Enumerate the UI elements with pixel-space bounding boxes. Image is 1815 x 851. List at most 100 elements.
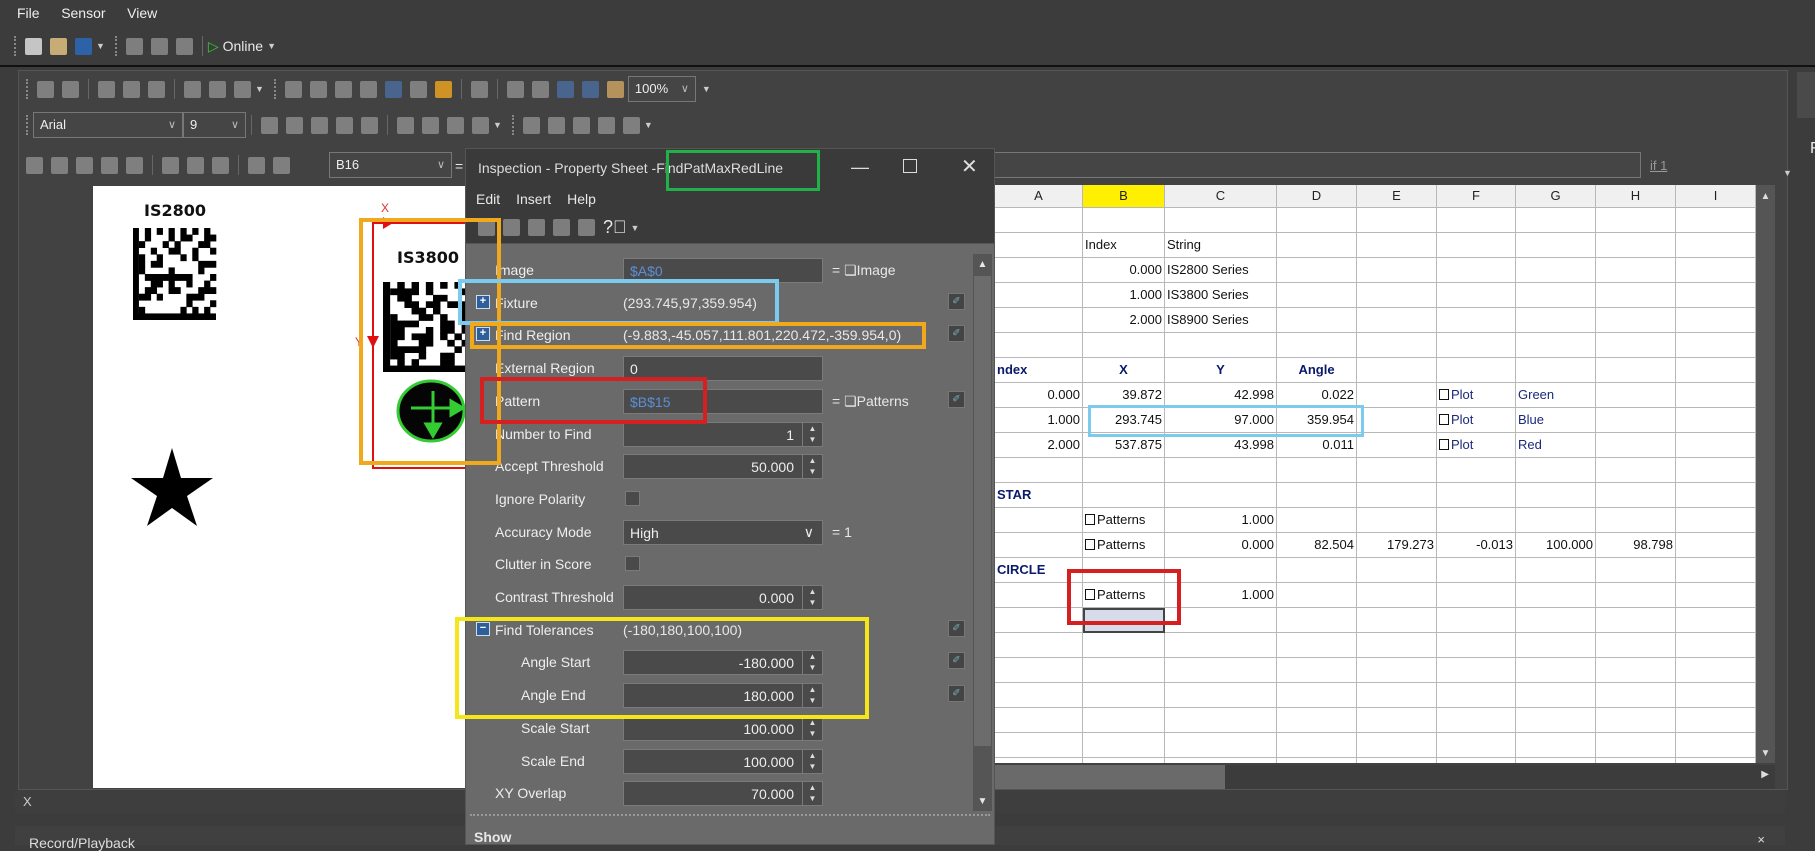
column-header-a[interactable]: A (995, 185, 1083, 208)
cell-b21[interactable] (1083, 708, 1165, 733)
align-center-icon[interactable] (336, 116, 353, 134)
cell-h13[interactable] (1596, 508, 1676, 533)
align-left-icon[interactable] (311, 116, 328, 134)
edit-cell-icon[interactable] (162, 156, 179, 174)
cell-d8[interactable]: 0.022 (1277, 383, 1357, 408)
cell-h16[interactable] (1596, 583, 1676, 608)
cell-a18[interactable] (995, 633, 1083, 658)
link-icon[interactable]: ✐ (948, 652, 965, 670)
remove-arrows-icon[interactable] (572, 116, 590, 134)
cell-c5[interactable]: IS8900 Series (1165, 308, 1277, 333)
cell-b5[interactable]: 2.000 (1083, 308, 1165, 333)
cell-e6[interactable] (1357, 333, 1437, 358)
decrease-decimal-icon[interactable] (422, 116, 439, 134)
cell-c16[interactable]: 1.000 (1165, 583, 1277, 608)
horizontal-scrollbar[interactable]: ▶ (995, 765, 1775, 789)
accept-threshold-spinner[interactable]: 50.000 ▲ ▼ (623, 454, 823, 480)
cell-h20[interactable] (1596, 683, 1676, 708)
zoom-in-icon[interactable] (284, 80, 302, 98)
italic-icon[interactable] (286, 116, 303, 134)
menu-file[interactable]: File (17, 5, 40, 21)
cell-h6[interactable] (1596, 333, 1676, 358)
find-icon[interactable] (234, 80, 251, 98)
cell-f22[interactable] (1437, 733, 1516, 758)
cell-a6[interactable] (995, 333, 1083, 358)
cell-d3[interactable] (1277, 258, 1357, 283)
cell-c11[interactable] (1165, 458, 1277, 483)
spinner-arrows-icon[interactable]: ▲ ▼ (802, 684, 822, 708)
cell-a10[interactable]: 2.000 (995, 433, 1083, 458)
cell-i3[interactable] (1676, 258, 1756, 283)
cell-b19[interactable] (1083, 658, 1165, 683)
cell-a23[interactable] (995, 758, 1083, 763)
toolbar-grip[interactable] (273, 79, 277, 99)
cell-d9[interactable]: 359.954 (1277, 408, 1357, 433)
expand-icon[interactable]: + (476, 327, 490, 342)
cell-i8[interactable] (1676, 383, 1756, 408)
copy-icon[interactable] (123, 80, 140, 98)
cell-h2[interactable] (1596, 233, 1676, 258)
cell-b23[interactable] (1083, 758, 1165, 763)
cell-i21[interactable] (1676, 708, 1756, 733)
cell-g9[interactable]: Blue (1516, 408, 1596, 433)
cell-f18[interactable] (1437, 633, 1516, 658)
cell-a22[interactable] (995, 733, 1083, 758)
cell-a3[interactable] (995, 258, 1083, 283)
cell-c20[interactable] (1165, 683, 1277, 708)
cell-i6[interactable] (1676, 333, 1756, 358)
column-header-b[interactable]: B (1083, 185, 1165, 208)
font-color-icon[interactable] (472, 116, 489, 134)
cell-reference-icon[interactable] (478, 219, 495, 236)
new-file-icon[interactable] (25, 37, 42, 55)
cell-c2[interactable]: String (1165, 233, 1277, 258)
cell-g4[interactable] (1516, 283, 1596, 308)
spinner-arrows-icon[interactable]: ▲ ▼ (802, 586, 822, 609)
cell-g2[interactable] (1516, 233, 1596, 258)
spinner-arrows-icon[interactable]: ▲ ▼ (802, 749, 822, 773)
cell-d5[interactable] (1277, 308, 1357, 333)
contrast-threshold-spinner[interactable]: 0.000 ▲ ▼ (623, 585, 823, 610)
cell-b17[interactable] (1083, 608, 1165, 633)
cell-c12[interactable] (1165, 483, 1277, 508)
code-icon[interactable] (212, 156, 229, 174)
cell-h7[interactable] (1596, 358, 1676, 383)
cell-a5[interactable] (995, 308, 1083, 333)
collapse-icon[interactable]: − (476, 621, 490, 636)
maximize-icon[interactable] (903, 159, 917, 173)
cell-b8[interactable]: 39.872 (1083, 383, 1165, 408)
spinner-arrows-icon[interactable]: ▲ ▼ (802, 651, 822, 675)
cell-g15[interactable] (1516, 558, 1596, 583)
cell-h17[interactable] (1596, 608, 1676, 633)
cell-b20[interactable] (1083, 683, 1165, 708)
title-bar[interactable]: Inspection - Property Sheet - FindPatMax… (466, 149, 994, 186)
cell-f10[interactable]: Plot (1437, 433, 1516, 458)
cell-g11[interactable] (1516, 458, 1596, 483)
link-icon[interactable]: ✐ (948, 292, 965, 310)
spinner-arrows-icon[interactable]: ▲ ▼ (802, 716, 822, 740)
cell-f16[interactable] (1437, 583, 1516, 608)
cell-e21[interactable] (1357, 708, 1437, 733)
cell-b2[interactable]: Index (1083, 233, 1165, 258)
cell-b15[interactable] (1083, 558, 1165, 583)
cell-i14[interactable] (1676, 533, 1756, 558)
help-icon[interactable]: ?⃝ (603, 217, 627, 238)
cell-f2[interactable] (1437, 233, 1516, 258)
bold-icon[interactable] (261, 116, 278, 134)
font-size-select[interactable]: 9 ∨ (183, 112, 246, 138)
cell-i20[interactable] (1676, 683, 1756, 708)
menu-insert[interactable]: Insert (516, 191, 551, 207)
cell-i16[interactable] (1676, 583, 1756, 608)
cell-f21[interactable] (1437, 708, 1516, 733)
cell-d23[interactable] (1277, 758, 1357, 763)
cell-e5[interactable] (1357, 308, 1437, 333)
angle-start-spinner[interactable]: -180.000 ▲ ▼ (623, 650, 823, 676)
cell-d17[interactable] (1277, 608, 1357, 633)
region-icon[interactable] (101, 156, 118, 174)
cell-d10[interactable]: 0.011 (1277, 433, 1357, 458)
toolbar-grip[interactable] (511, 115, 515, 135)
cell-e20[interactable] (1357, 683, 1437, 708)
cell-f8[interactable]: Plot (1437, 383, 1516, 408)
cell-b1[interactable] (1083, 208, 1165, 233)
cell-d6[interactable] (1277, 333, 1357, 358)
cell-g12[interactable] (1516, 483, 1596, 508)
